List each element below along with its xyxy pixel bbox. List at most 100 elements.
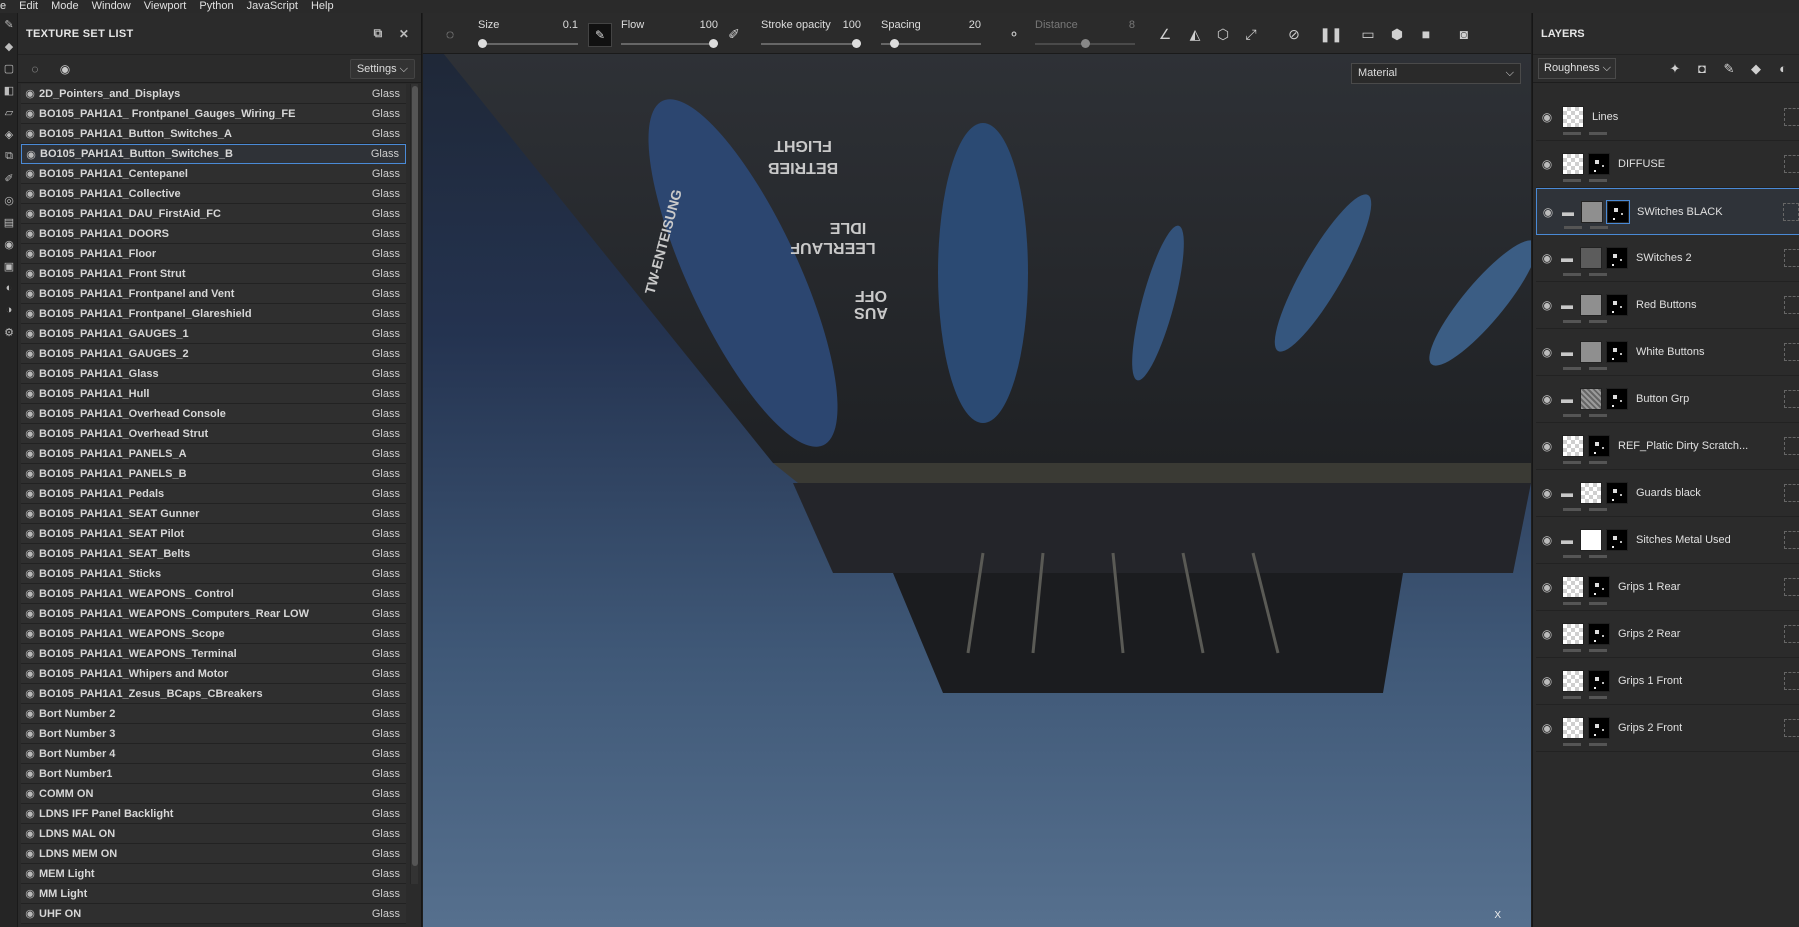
- texture-set-row[interactable]: ◉ BO105_PAH1A1_GAUGES_1 Glass: [21, 324, 406, 344]
- texture-set-row[interactable]: ◉ BO105_PAH1A1_SEAT Pilot Glass: [21, 524, 406, 544]
- shader-name[interactable]: Glass: [366, 348, 406, 360]
- eye-icon[interactable]: ◉: [21, 307, 39, 320]
- layer-row[interactable]: ◉ ▬ White Buttons: [1536, 329, 1799, 376]
- texture-set-row[interactable]: ◉ 2D_Pointers_and_Displays Glass: [21, 84, 406, 104]
- mask-thumbnail[interactable]: [1606, 341, 1628, 363]
- shader-name[interactable]: Glass: [366, 708, 406, 720]
- eye-icon[interactable]: ◉: [21, 767, 39, 780]
- eye-icon[interactable]: ◉: [1536, 251, 1558, 265]
- show-all-icon[interactable]: ◉: [54, 58, 76, 80]
- texture-set-row[interactable]: ◉ BO105_PAH1A1_Hull Glass: [21, 384, 406, 404]
- symmetry-icon[interactable]: ◭: [1184, 23, 1206, 45]
- shader-name[interactable]: Glass: [366, 368, 406, 380]
- texture-set-row[interactable]: ◉ MM Light Glass: [21, 884, 406, 904]
- annotation-icon[interactable]: ▤: [0, 211, 18, 233]
- mask-thumbnail[interactable]: [1588, 717, 1610, 739]
- mask-thumbnail[interactable]: [1588, 623, 1610, 645]
- pause-icon[interactable]: ❚❚: [1319, 23, 1342, 45]
- mask-thumbnail[interactable]: [1606, 294, 1628, 316]
- bake-icon[interactable]: ◐: [0, 277, 18, 299]
- mask-thumbnail[interactable]: [1588, 153, 1610, 175]
- shader-name[interactable]: Glass: [365, 148, 405, 160]
- blend-mode-icon[interactable]: [1784, 719, 1799, 737]
- texture-set-row[interactable]: ◉ BO105_PAH1A1_Floor Glass: [21, 244, 406, 264]
- eye-icon[interactable]: ◉: [21, 707, 39, 720]
- blend-mode-icon[interactable]: [1784, 155, 1799, 173]
- mask-thumbnail[interactable]: [1606, 247, 1628, 269]
- menu-mode[interactable]: Mode: [44, 0, 85, 13]
- stylus-icon[interactable]: ✐: [723, 23, 745, 45]
- eye-icon[interactable]: ◉: [21, 547, 39, 560]
- shader-name[interactable]: Glass: [366, 628, 406, 640]
- eye-icon[interactable]: ◉: [21, 507, 39, 520]
- eye-icon[interactable]: ◉: [1536, 392, 1558, 406]
- eraser-icon[interactable]: ◆: [0, 35, 18, 57]
- eye-icon[interactable]: ◉: [21, 207, 39, 220]
- blend-mode-icon[interactable]: [1784, 390, 1799, 408]
- eye-icon[interactable]: ◉: [21, 887, 39, 900]
- texture-set-scrollbar[interactable]: [410, 84, 418, 884]
- smudge-icon[interactable]: ◈: [0, 123, 18, 145]
- texture-set-row[interactable]: ◉ Bort Number 2 Glass: [21, 704, 406, 724]
- shader-name[interactable]: Glass: [366, 168, 406, 180]
- display-settings-icon[interactable]: ◑: [0, 299, 18, 321]
- eye-icon[interactable]: ◉: [1536, 110, 1558, 124]
- eye-icon[interactable]: ◉: [21, 407, 39, 420]
- texture-set-row[interactable]: ◉ BO105_PAH1A1_Frontpanel and Vent Glass: [21, 284, 406, 304]
- eye-icon[interactable]: ◉: [21, 587, 39, 600]
- eye-icon[interactable]: ◉: [21, 107, 39, 120]
- texture-set-row[interactable]: ◉ BO105_PAH1A1_Button_Switches_A Glass: [21, 124, 406, 144]
- eye-icon[interactable]: ◉: [1536, 439, 1558, 453]
- transform-icon[interactable]: ⤢: [1240, 23, 1262, 45]
- eye-icon[interactable]: ◉: [21, 487, 39, 500]
- shader-name[interactable]: Glass: [366, 728, 406, 740]
- layer-row[interactable]: ◉ Grips 1 Front: [1536, 658, 1799, 705]
- layer-row[interactable]: ◉ DIFFUSE: [1536, 141, 1799, 188]
- eye-icon[interactable]: ◉: [1536, 674, 1558, 688]
- eye-icon[interactable]: ◉: [21, 907, 39, 920]
- eye-icon[interactable]: ◉: [21, 227, 39, 240]
- menu-window[interactable]: Window: [85, 0, 137, 13]
- shader-name[interactable]: Glass: [366, 768, 406, 780]
- eye-icon[interactable]: ◉: [21, 427, 39, 440]
- texture-set-row[interactable]: ◉ BO105_PAH1A1_Overhead Strut Glass: [21, 424, 406, 444]
- eye-icon[interactable]: ◉: [21, 787, 39, 800]
- texture-set-row[interactable]: ◉ BO105_PAH1A1_Frontpanel_Glareshield Glas…: [21, 304, 406, 324]
- mask-thumbnail[interactable]: [1606, 199, 1630, 224]
- stroke-opacity-knob[interactable]: [852, 39, 861, 48]
- eye-icon[interactable]: ◉: [21, 347, 39, 360]
- add-folder-icon[interactable]: ◐: [1772, 58, 1794, 80]
- mask-thumbnail[interactable]: [1588, 576, 1610, 598]
- texture-set-row[interactable]: ◉ BO105_PAH1A1_SEAT_Belts Glass: [21, 544, 406, 564]
- texture-set-row[interactable]: ◉ BO105_PAH1A1_Front Strut Glass: [21, 264, 406, 284]
- paint-brush-icon[interactable]: ✎: [0, 13, 18, 35]
- layer-row[interactable]: ◉ ▬ SWitches BLACK: [1536, 188, 1799, 235]
- close-panel-icon[interactable]: ✕: [395, 27, 413, 41]
- menu-file[interactable]: e: [0, 0, 12, 13]
- add-effect-icon[interactable]: ✦: [1664, 58, 1686, 80]
- layer-row[interactable]: ◉ ▬ SWitches 2: [1536, 235, 1799, 282]
- eye-icon[interactable]: ◉: [21, 87, 39, 100]
- eye-icon[interactable]: ◉: [21, 287, 39, 300]
- eye-icon[interactable]: ◉: [21, 127, 39, 140]
- mask-thumbnail[interactable]: [1588, 670, 1610, 692]
- shader-name[interactable]: Glass: [366, 308, 406, 320]
- 2d-view-icon[interactable]: ▭: [1357, 23, 1379, 45]
- shader-name[interactable]: Glass: [366, 848, 406, 860]
- shader-name[interactable]: Glass: [366, 188, 406, 200]
- layer-row[interactable]: ◉ REF_Platic Dirty Scratch...: [1536, 423, 1799, 470]
- texture-set-row[interactable]: ◉ COMM ON Glass: [21, 784, 406, 804]
- texture-set-row[interactable]: ◉ BO105_PAH1A1_Overhead Console Glass: [21, 404, 406, 424]
- eye-icon[interactable]: ◉: [21, 847, 39, 860]
- texture-set-row[interactable]: ◉ BO105_PAH1A1_DAU_FirstAid_FC Glass: [21, 204, 406, 224]
- texture-set-row[interactable]: ◉ BO105_PAH1A1_GAUGES_2 Glass: [21, 344, 406, 364]
- texture-set-row[interactable]: ◉ BO105_PAH1A1_WEAPONS_Scope Glass: [21, 624, 406, 644]
- blend-mode-icon[interactable]: [1784, 672, 1799, 690]
- eye-icon[interactable]: ◉: [21, 687, 39, 700]
- 3d-view-icon[interactable]: ⬢: [1386, 23, 1408, 45]
- blend-mode-icon[interactable]: [1784, 437, 1799, 455]
- add-paint-layer-icon[interactable]: ✎: [1718, 58, 1740, 80]
- eye-icon[interactable]: ◉: [21, 607, 39, 620]
- polygon-fill-icon[interactable]: ▱: [0, 101, 18, 123]
- clone-icon[interactable]: ⧉: [0, 145, 18, 167]
